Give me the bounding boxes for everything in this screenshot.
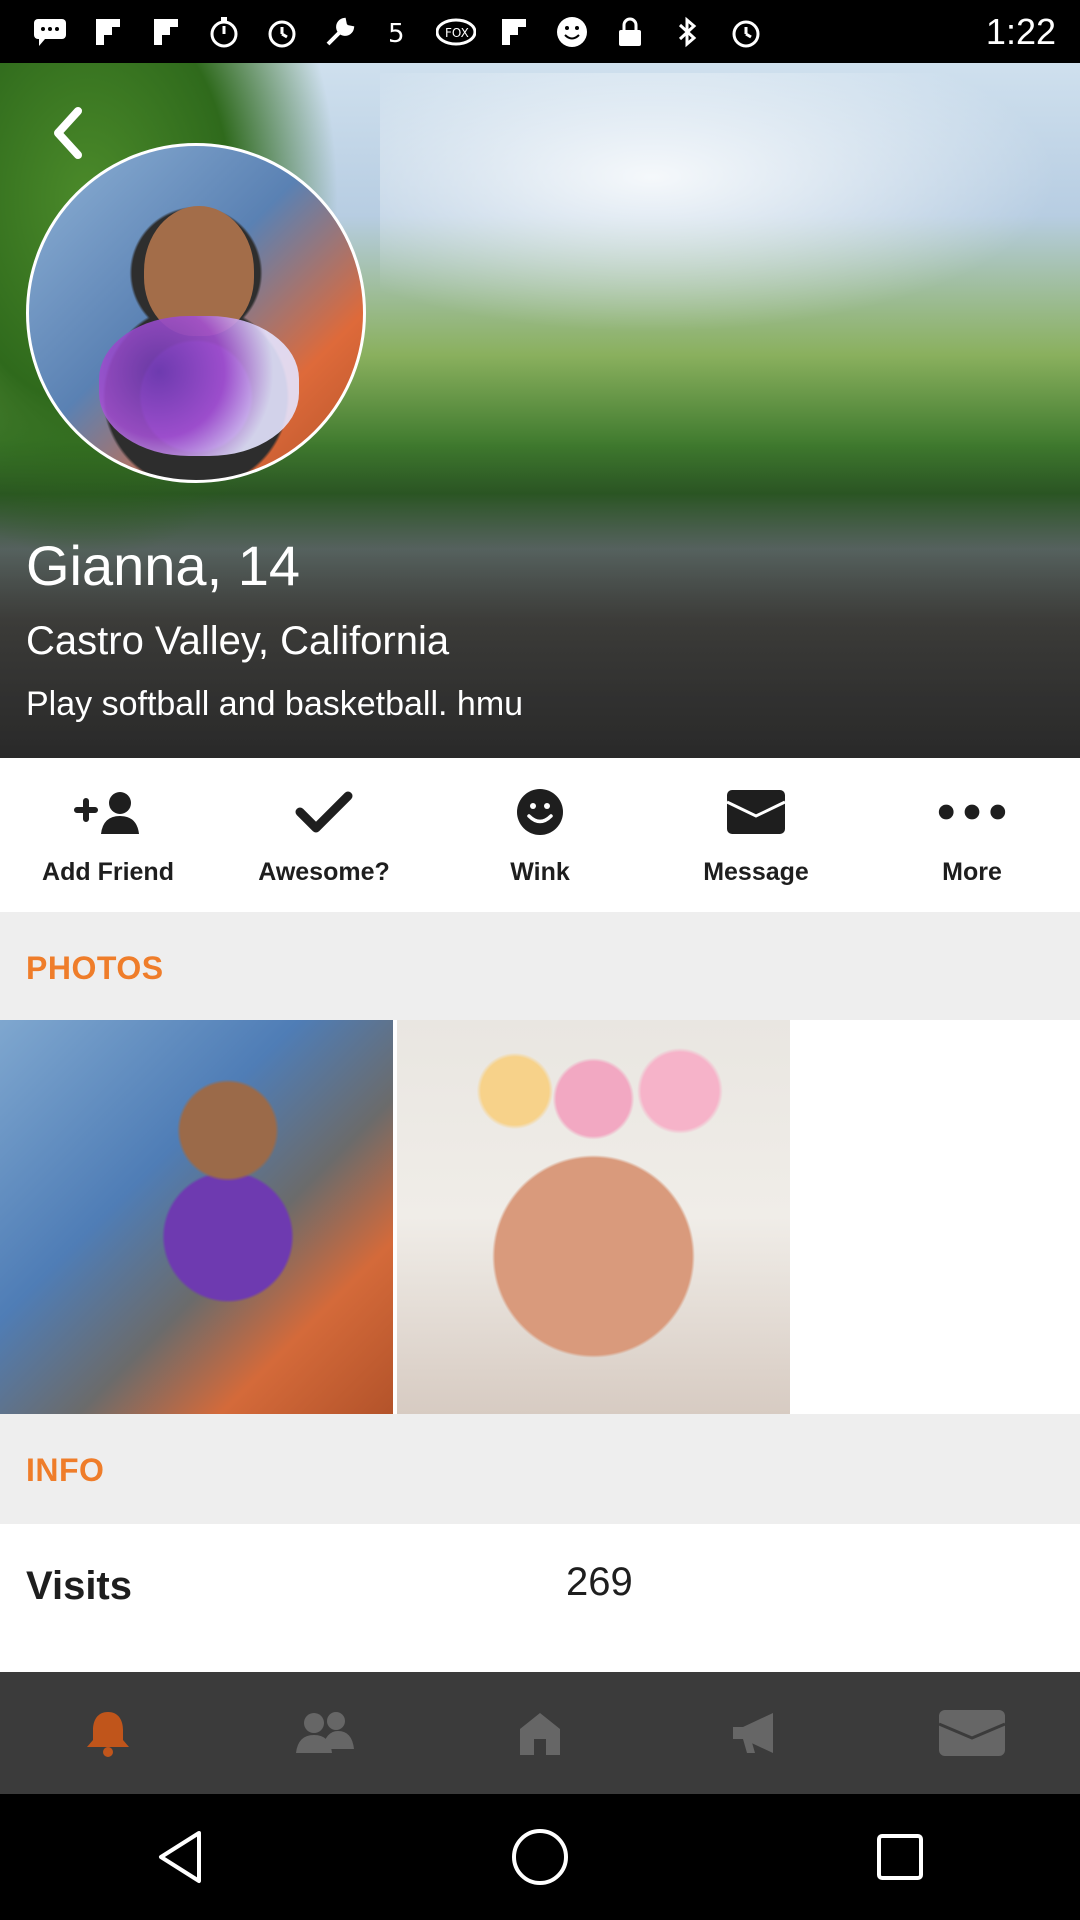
wink-button[interactable]: Wink xyxy=(432,758,648,912)
system-nav-bar xyxy=(0,1794,1080,1920)
cover-photo xyxy=(380,73,1060,333)
profile-name: Gianna, 14 xyxy=(26,534,300,597)
awesome-label: Awesome? xyxy=(258,858,390,886)
wink-label: Wink xyxy=(510,858,570,886)
tab-home[interactable] xyxy=(432,1672,648,1794)
wrench-icon xyxy=(320,12,360,52)
nav-recents-button[interactable] xyxy=(855,1812,945,1902)
add-friend-label: Add Friend xyxy=(42,858,174,886)
alarm-icon xyxy=(726,12,766,52)
flipboard-icon xyxy=(494,12,534,52)
alarm-icon xyxy=(262,12,302,52)
photos-section-header: PHOTOS xyxy=(0,912,1080,1020)
photos-grid xyxy=(0,1020,1080,1414)
status-icons: 5 FOX xyxy=(30,12,766,52)
envelope-icon xyxy=(721,786,791,838)
lock-icon xyxy=(610,12,650,52)
svg-text:5: 5 xyxy=(388,19,405,48)
square-recents-icon xyxy=(877,1834,923,1880)
visits-value: 269 xyxy=(566,1560,633,1604)
info-section-header: INFO xyxy=(0,1414,1080,1524)
game-icon: 5 xyxy=(378,12,418,52)
status-bar: 5 FOX 1:22 xyxy=(0,0,1080,63)
svg-text:FOX: FOX xyxy=(445,26,469,40)
message-button[interactable]: Message xyxy=(648,758,864,912)
timer-icon xyxy=(204,12,244,52)
fox-sports-icon: FOX xyxy=(436,12,476,52)
profile-location: Castro Valley, California xyxy=(26,619,450,663)
smiley-icon xyxy=(552,12,592,52)
avatar-lei xyxy=(99,316,299,456)
status-time: 1:22 xyxy=(985,11,1056,52)
add-friend-icon xyxy=(73,786,143,838)
more-label: More xyxy=(942,858,1002,886)
back-button[interactable] xyxy=(44,103,90,163)
flipboard-icon xyxy=(146,12,186,52)
megaphone-icon xyxy=(733,1713,773,1753)
nav-back-button[interactable] xyxy=(135,1812,225,1902)
photo-thumbnail[interactable] xyxy=(0,1020,393,1414)
friends-icon xyxy=(296,1712,354,1753)
flipboard-icon xyxy=(88,12,128,52)
inbox-icon xyxy=(938,1710,1006,1756)
circle-home-icon xyxy=(512,1829,568,1885)
chat-icon xyxy=(30,12,70,52)
profile-bio: Play softball and basketball. hmu xyxy=(26,685,524,723)
tab-announcements[interactable] xyxy=(648,1672,864,1794)
nav-home-button[interactable] xyxy=(495,1812,585,1902)
tab-inbox[interactable] xyxy=(864,1672,1080,1794)
tab-notifications[interactable] xyxy=(0,1672,216,1794)
info-visits-row: Visits 269 xyxy=(0,1524,1080,1672)
profile-cover: Gianna, 14 Castro Valley, California Pla… xyxy=(0,63,1080,758)
triangle-back-icon xyxy=(159,1831,201,1883)
visits-label: Visits xyxy=(26,1564,132,1608)
awesome-button[interactable]: Awesome? xyxy=(216,758,432,912)
bluetooth-icon xyxy=(668,12,708,52)
message-label: Message xyxy=(703,858,809,886)
photos-section-title: PHOTOS xyxy=(26,950,164,986)
profile-actions: Add Friend Awesome? Wink Message More xyxy=(0,758,1080,912)
bell-icon xyxy=(87,1712,129,1757)
tab-friends[interactable] xyxy=(216,1672,432,1794)
smiley-icon xyxy=(505,786,575,838)
chevron-left-icon xyxy=(54,107,82,159)
bottom-tab-bar xyxy=(0,1672,1080,1794)
photo-thumbnail[interactable] xyxy=(397,1020,790,1414)
more-button[interactable]: More xyxy=(864,758,1080,912)
info-section-title: INFO xyxy=(26,1452,105,1488)
checkmark-icon xyxy=(289,786,359,838)
home-icon xyxy=(520,1713,560,1755)
more-dots-icon xyxy=(937,786,1007,838)
add-friend-button[interactable]: Add Friend xyxy=(0,758,216,912)
profile-avatar[interactable] xyxy=(26,143,366,483)
